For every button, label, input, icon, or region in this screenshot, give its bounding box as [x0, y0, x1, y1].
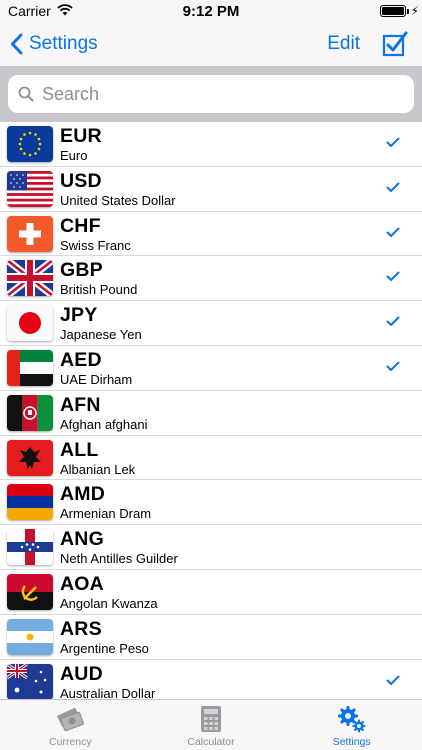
currency-code: ANG: [60, 528, 104, 551]
checkmark-icon: [386, 316, 400, 327]
battery-tip: [407, 9, 409, 14]
tab-calculator[interactable]: Calculator: [141, 700, 282, 750]
checkmark-icon: [386, 137, 400, 147]
search-input[interactable]: [42, 83, 382, 105]
currency-name: Euro: [60, 148, 88, 163]
currency-name: Armenian Dram: [60, 506, 152, 522]
checkmark-icon: [386, 361, 400, 371]
tab-bar: Currency Calculator Settings: [0, 699, 422, 750]
tab-label: Settings: [332, 736, 371, 748]
currency-code: AFN: [60, 393, 101, 416]
japan-flag-icon: [7, 305, 53, 342]
currency-row-eur[interactable]: EUR Euro: [0, 122, 422, 167]
currency-row-gbp[interactable]: GBP British Pound: [0, 256, 422, 302]
tab-currency[interactable]: Currency: [0, 700, 141, 750]
chevron-left-icon: [11, 33, 23, 55]
tab-label: Currency: [49, 736, 92, 748]
argentina-flag-icon: [7, 618, 53, 655]
back-button[interactable]: Settings: [10, 30, 98, 58]
currency-code: ARS: [60, 617, 102, 640]
currency-row-chf[interactable]: CHF Swiss Franc: [0, 212, 422, 257]
tab-label: Calculator: [187, 736, 235, 748]
navigation-bar: Settings Edit: [0, 22, 422, 66]
select-all-checkbox-icon[interactable]: [382, 31, 408, 57]
currency-code: AED: [60, 348, 102, 371]
currency-code: AUD: [60, 662, 103, 685]
currency-code: CHF: [60, 214, 101, 237]
currency-code: USD: [60, 169, 102, 192]
status-time: 9:12 PM: [182, 3, 240, 20]
australia-flag-icon: [7, 663, 53, 699]
uae-flag-icon: [7, 349, 53, 386]
checkmark-icon: [386, 227, 400, 237]
swiss-flag-icon: [7, 215, 53, 252]
currency-row-ars[interactable]: ARS Argentine Peso: [0, 615, 422, 660]
checkmark-icon: [386, 675, 400, 685]
netherlands-antilles-flag-icon: [7, 529, 53, 566]
currency-row-all[interactable]: ALL Albanian Lek: [0, 436, 422, 481]
edit-button[interactable]: Edit: [327, 33, 360, 55]
currency-row-aed[interactable]: AED UAE Dirham: [0, 346, 422, 391]
back-button-label: Settings: [29, 33, 98, 54]
currency-code: AOA: [60, 572, 104, 595]
currency-code: EUR: [60, 125, 102, 147]
currency-icon: [57, 707, 85, 732]
albania-flag-icon: [7, 439, 53, 476]
currency-row-aud[interactable]: AUD Australian Dollar: [0, 660, 422, 699]
status-bar: Carrier 9:12 PM ⚡: [0, 0, 422, 22]
currency-code: JPY: [60, 304, 98, 327]
currency-name: Swiss Franc: [60, 237, 131, 253]
angola-flag-icon: [7, 573, 53, 610]
battery-icon: [380, 5, 406, 17]
currency-code: AMD: [60, 483, 106, 506]
gears-icon: [337, 706, 366, 733]
search-bar: [0, 66, 422, 122]
checkmark-icon: [386, 271, 400, 282]
currency-name: Angolan Kwanza: [60, 595, 158, 611]
tab-settings[interactable]: Settings: [281, 700, 422, 750]
currency-name: British Pound: [60, 282, 138, 298]
currency-name: Australian Dollar: [60, 685, 156, 699]
currency-name: Afghan afghani: [60, 416, 148, 432]
currency-code: GBP: [60, 259, 103, 282]
checkmark-icon: [386, 182, 400, 192]
currency-row-jpy[interactable]: JPY Japanese Yen: [0, 301, 422, 346]
charging-icon: ⚡: [410, 4, 419, 18]
currency-name: Neth Antilles Guilder: [60, 551, 178, 567]
armenia-flag-icon: [7, 484, 53, 521]
currency-row-ang[interactable]: ANG Neth Antilles Guilder: [0, 525, 422, 570]
currency-row-usd[interactable]: USD United States Dollar: [0, 167, 422, 212]
currency-row-amd[interactable]: AMD Armenian Dram: [0, 480, 422, 526]
currency-row-afn[interactable]: AFN Afghan afghani: [0, 391, 422, 436]
currency-name: Argentine Peso: [60, 640, 149, 656]
uk-flag-icon: [7, 260, 53, 297]
search-field[interactable]: [8, 75, 414, 113]
currency-list: EUR Euro USD United States Dollar CHF Sw…: [0, 122, 422, 699]
search-icon: [18, 86, 34, 102]
currency-name: UAE Dirham: [60, 371, 133, 387]
afghanistan-flag-icon: [7, 394, 53, 431]
currency-row-aoa[interactable]: AOA Angolan Kwanza: [0, 570, 422, 615]
currency-name: United States Dollar: [60, 192, 176, 208]
us-flag-icon: [7, 170, 53, 207]
currency-code: ALL: [60, 438, 99, 461]
currency-name: Albanian Lek: [60, 461, 136, 477]
calculator-icon: [201, 706, 221, 732]
currency-name: Japanese Yen: [60, 327, 142, 343]
eu-flag-icon: [7, 126, 53, 162]
